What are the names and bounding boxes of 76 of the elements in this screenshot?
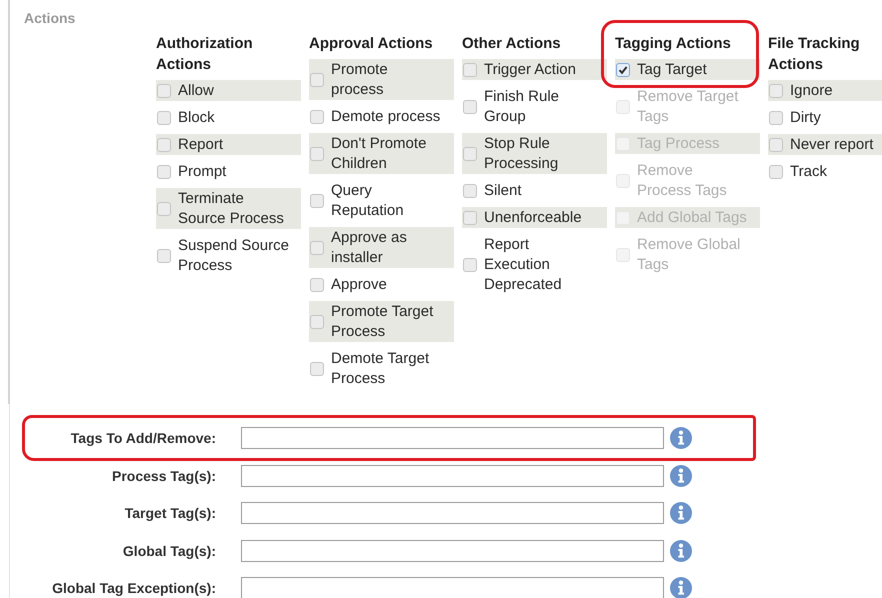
option-label: Query Reputation [331, 180, 405, 220]
field-label: Process Tag(s): [111, 468, 216, 484]
option-label: Never report [790, 134, 874, 154]
option-label: Report [178, 134, 224, 154]
option-label: Add Global Tags [637, 208, 748, 228]
option-label: Promote Target Process [331, 302, 434, 342]
checkbox[interactable] [310, 72, 324, 86]
input-field[interactable] [241, 502, 664, 524]
checkbox[interactable] [310, 146, 324, 160]
option-label: Demote Target Process [331, 348, 430, 388]
checkbox[interactable] [463, 258, 477, 272]
option-label: Demote process [331, 106, 442, 126]
option-label: Report Execution Deprecated [484, 234, 563, 294]
checkbox[interactable] [463, 62, 477, 76]
checkbox[interactable] [463, 184, 477, 198]
option-label: Silent [484, 180, 523, 200]
option-label: Approve as installer [331, 228, 408, 268]
info-icon[interactable] [670, 427, 692, 449]
input-field[interactable] [241, 427, 664, 449]
checkbox[interactable] [157, 138, 171, 152]
checkbox[interactable] [310, 278, 324, 292]
option-label: Finish Rule Group [484, 86, 560, 126]
option-label: Track [790, 162, 828, 182]
option-label: Promote process [331, 60, 389, 100]
checkbox[interactable] [310, 362, 324, 376]
info-icon[interactable] [670, 540, 692, 562]
option-label: Remove Global Tags [637, 234, 742, 274]
checkbox[interactable] [157, 110, 171, 124]
option-label: Approve [331, 274, 388, 294]
checkbox[interactable] [463, 146, 477, 160]
checkbox[interactable] [769, 138, 783, 152]
checkbox[interactable] [310, 110, 324, 124]
option-label: Tag Process [637, 134, 721, 154]
field-label: Tags To Add/Remove: [70, 430, 216, 446]
checkbox[interactable] [769, 84, 783, 98]
option-label: Trigger Action [484, 60, 577, 80]
option-label: Remove Target Tags [637, 86, 740, 126]
option-label: Suspend Source Process [178, 236, 290, 276]
column-heading: Approval Actions [309, 34, 434, 54]
input-field[interactable] [241, 577, 664, 598]
checkbox[interactable] [769, 110, 783, 124]
option-label: Stop Rule Processing [484, 134, 560, 174]
column-heading: Other Actions [462, 34, 562, 54]
checkbox[interactable] [157, 202, 171, 216]
option-label: Remove Process Tags [637, 160, 728, 200]
input-field[interactable] [241, 464, 664, 486]
field-label: Global Tag(s): [122, 542, 216, 558]
column-heading: File Tracking Actions [768, 34, 861, 75]
checkbox[interactable] [157, 248, 171, 262]
option-label: Ignore [790, 80, 834, 100]
info-icon[interactable] [670, 502, 692, 524]
option-label: Unenforceable [484, 208, 583, 228]
field-label: Target Tag(s): [124, 505, 216, 521]
checkbox[interactable] [157, 84, 171, 98]
option-label: Terminate Source Process [178, 188, 285, 228]
column-heading: Tagging Actions [615, 34, 732, 54]
option-label: Don't Promote Children [331, 134, 428, 174]
checkbox[interactable] [310, 314, 324, 328]
checkbox[interactable] [310, 194, 324, 208]
checkbox[interactable] [616, 62, 630, 76]
field-label: Global Tag Exception(s): [51, 580, 216, 596]
option-label: Tag Target [637, 60, 708, 80]
info-icon[interactable] [670, 577, 692, 598]
checkbox[interactable] [463, 100, 477, 114]
input-field[interactable] [241, 540, 664, 562]
option-label: Prompt [178, 162, 228, 182]
checkbox[interactable] [310, 240, 324, 254]
checkbox[interactable] [157, 164, 171, 178]
section-title: Actions [24, 9, 76, 28]
option-label: Dirty [790, 108, 822, 128]
option-label: Allow [178, 80, 215, 100]
column-heading: Authorization Actions [156, 34, 254, 75]
info-icon[interactable] [670, 464, 692, 486]
option-label: Block [178, 108, 216, 128]
checkbox[interactable] [463, 210, 477, 224]
checkbox[interactable] [769, 164, 783, 178]
